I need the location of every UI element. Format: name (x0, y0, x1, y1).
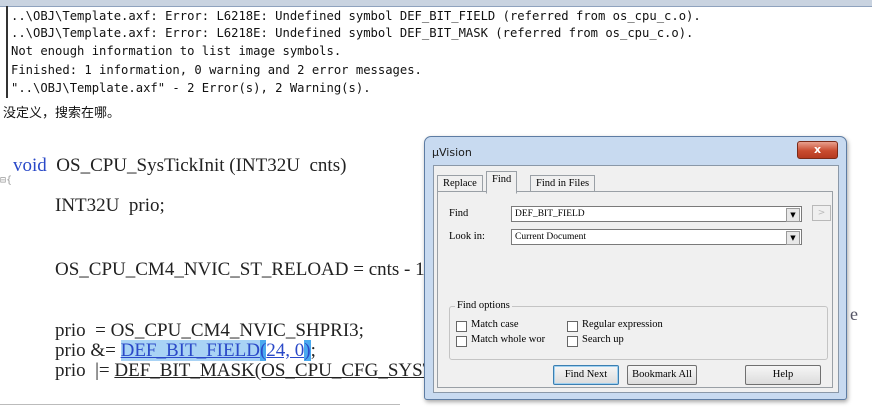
fold-marker-icon[interactable]: ⊟{ (0, 175, 12, 186)
chevron-down-icon[interactable]: ▼ (786, 231, 800, 245)
close-button[interactable]: x (797, 141, 838, 159)
post-text: 没定义，搜索在哪。 (3, 106, 121, 121)
code-line-signature: void OS_CPU_SysTickInit (INT32U cnts) (13, 156, 346, 176)
code-fragment: e (850, 304, 858, 324)
output-line-2: ..\OBJ\Template.axf: Error: L6218E: Unde… (11, 26, 694, 40)
output-line-4: Finished: 1 information, 0 warning and 2… (11, 63, 422, 77)
find-options-group (449, 306, 828, 360)
search-match-highlight: DEF_BIT_FIELD (120, 340, 260, 361)
lookin-label: Look in: (449, 231, 485, 242)
code-area-divider (0, 404, 400, 405)
find-options-legend: Find options (455, 300, 512, 311)
match-case-label: Match case (471, 319, 519, 330)
bookmark-all-button[interactable]: Bookmark All (627, 365, 697, 385)
search-up-label: Search up (582, 334, 624, 345)
code-line-decl: INT32U prio; (55, 195, 165, 216)
find-dialog[interactable]: µVision x Replace Find Find in Files Fin… (424, 136, 847, 400)
find-next-button[interactable]: Find Next (553, 365, 619, 385)
match-case-checkbox[interactable] (456, 321, 467, 332)
regex-label: Regular expression (582, 319, 663, 330)
find-value: DEF_BIT_FIELD (515, 209, 585, 219)
output-line-5: "..\OBJ\Template.axf" - 2 Error(s), 2 Wa… (11, 81, 371, 95)
build-output-panel[interactable]: ..\OBJ\Template.axf: Error: L6218E: Unde… (0, 0, 872, 100)
output-line-3: Not enough information to list image sym… (11, 44, 342, 58)
code-line-prio-and: prio &= DEF_BIT_FIELD(24, 0); (55, 340, 316, 361)
output-line-1: ..\OBJ\Template.axf: Error: L6218E: Unde… (11, 9, 701, 23)
lookin-value: Current Document (515, 232, 586, 242)
lookin-select[interactable]: Current Document ▼ (511, 229, 802, 245)
find-label: Find (449, 208, 469, 219)
regex-checkbox[interactable] (567, 321, 578, 332)
code-line-reload: OS_CPU_CM4_NVIC_ST_RELOAD = cnts - 1 (55, 259, 425, 280)
dialog-title: µVision (432, 146, 472, 159)
search-up-checkbox[interactable] (567, 336, 578, 347)
signature-text: OS_CPU_SysTickInit (INT32U cnts) (46, 155, 347, 176)
code-args: 24, 0 (266, 340, 305, 361)
keyword-void: void (13, 155, 47, 176)
more-options-button[interactable]: > (812, 205, 831, 221)
chevron-down-icon[interactable]: ▼ (786, 208, 800, 222)
code-semicolon: ; (310, 340, 316, 361)
dialog-body: Replace Find Find in Files Find DEF_BIT_… (433, 165, 839, 393)
code-line-prio-assign: prio = OS_CPU_CM4_NVIC_SHPRI3; (55, 320, 364, 341)
help-button[interactable]: Help (745, 365, 821, 385)
match-whole-word-label: Match whole wor (471, 334, 546, 345)
tab-find[interactable]: Find (486, 171, 518, 194)
code-line-prio-or: prio |= DEF_BIT_MASK(OS_CPU_CFG_SYST (55, 361, 434, 381)
code-prefix: prio |= (55, 360, 115, 381)
match-whole-word-checkbox[interactable] (456, 336, 467, 347)
find-combobox[interactable]: DEF_BIT_FIELD ▼ (511, 206, 802, 222)
code-prefix: prio &= (55, 340, 121, 361)
code-mask-call: DEF_BIT_MASK(OS_CPU_CFG_SYST (114, 360, 435, 381)
